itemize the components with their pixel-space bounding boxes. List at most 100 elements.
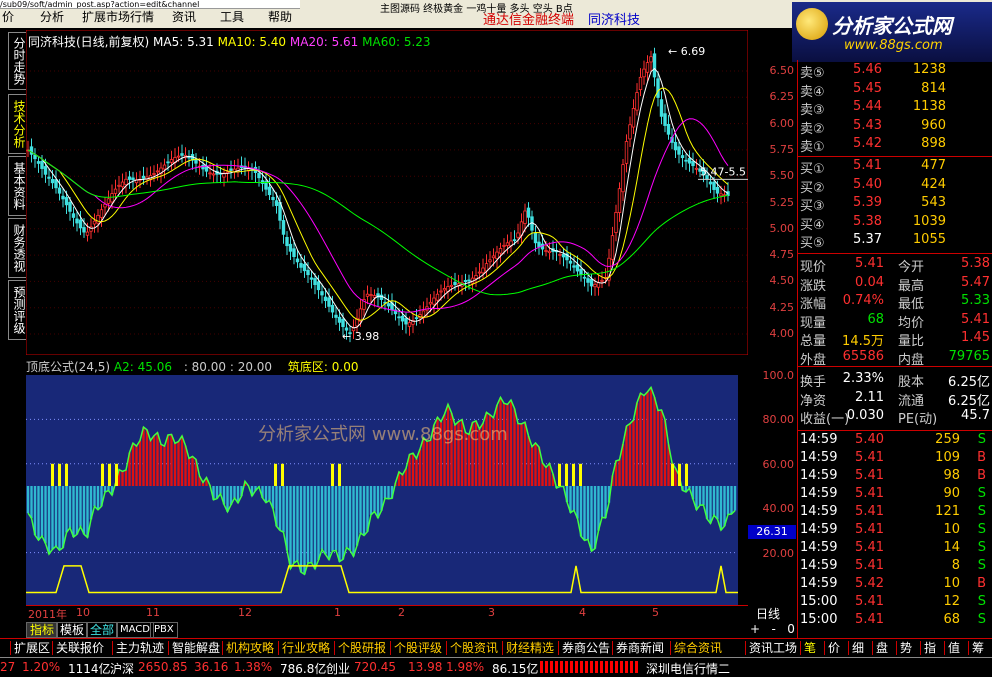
- quote-row: 涨跌0.04最高5.47: [800, 275, 992, 293]
- function-tab[interactable]: 综合资讯: [670, 641, 725, 655]
- menu-item-tools[interactable]: 工具: [220, 8, 244, 25]
- status-index-amount: 86.15亿: [492, 660, 538, 677]
- candle-body: [524, 211, 527, 224]
- indicator-bar-cyan: [317, 486, 319, 560]
- indicator-marker: [572, 464, 575, 486]
- candle-body: [657, 79, 660, 98]
- function-tab[interactable]: 券商公告: [558, 641, 613, 655]
- right-panel-tab[interactable]: 势: [896, 641, 915, 655]
- indicator-tick: 60.00: [763, 458, 795, 471]
- tick-price: 5.42: [855, 576, 884, 591]
- tick-row: 14:595.4114S: [800, 540, 990, 558]
- date-label: 12: [238, 606, 252, 619]
- right-panel-tab[interactable]: 笔: [800, 641, 819, 655]
- order-volume: 898: [921, 136, 946, 151]
- function-tab[interactable]: 资讯工场: [745, 641, 800, 655]
- function-tab[interactable]: 关联报价: [52, 641, 107, 655]
- function-tab[interactable]: 扩展区: [10, 641, 53, 655]
- quote-value: 6.25亿: [948, 390, 990, 409]
- candle-body: [443, 288, 446, 289]
- tab-technical[interactable]: 技术分析: [8, 94, 27, 154]
- tab-macd[interactable]: MACD: [116, 622, 154, 638]
- indicator-bar-cyan: [233, 486, 235, 498]
- tick-price: 5.41: [855, 450, 884, 465]
- indicator-bar-red: [527, 436, 529, 486]
- indicator-bar-cyan: [702, 486, 704, 505]
- candle-body: [37, 162, 40, 164]
- tab-fundamentals[interactable]: 基本资料: [8, 156, 27, 216]
- indicator-bar-cyan: [583, 486, 585, 540]
- right-panel-tab[interactable]: 值: [944, 641, 963, 655]
- zoom-controls[interactable]: + - 0: [750, 622, 795, 636]
- candle-body: [51, 179, 54, 182]
- function-tab[interactable]: 个股研报: [334, 641, 389, 655]
- function-tab[interactable]: 财经精选: [502, 641, 557, 655]
- indicator-marker: [338, 464, 341, 486]
- menu-item-extended-market[interactable]: 扩展市场行情: [82, 8, 154, 25]
- function-tab[interactable]: 主力轨迹: [112, 641, 167, 655]
- indicator-bar-red: [121, 471, 123, 486]
- function-tab[interactable]: 券商新闻: [612, 641, 667, 655]
- tick-time: 14:59: [800, 450, 837, 465]
- indicator-range: : 80.00 : 20.00: [184, 360, 272, 374]
- right-panel-tab[interactable]: 指: [920, 641, 939, 655]
- right-panel-tab[interactable]: 筹: [968, 641, 987, 655]
- price-tick: 4.25: [770, 301, 795, 314]
- status-server[interactable]: 深圳电信行情二: [646, 660, 730, 677]
- menu-item-price[interactable]: 价: [2, 8, 14, 25]
- candle-body: [664, 114, 667, 126]
- menu-item-news[interactable]: 资讯: [172, 8, 196, 25]
- right-panel-tab[interactable]: 细: [848, 641, 867, 655]
- function-tab[interactable]: 个股资讯: [446, 641, 501, 655]
- order-label: 卖⑤: [800, 62, 825, 81]
- menu-item-analysis[interactable]: 分析: [40, 8, 64, 25]
- tab-pbx[interactable]: PBX: [150, 622, 178, 638]
- tab-intraday[interactable]: 分时走势: [8, 32, 27, 90]
- candlestick-chart[interactable]: ← 6.69← 3.985.47-5.5: [26, 30, 748, 355]
- tab-indicator[interactable]: 指标: [26, 622, 58, 638]
- indicator-a2: A2: 45.06: [114, 360, 172, 374]
- candle-body: [272, 197, 275, 199]
- right-panel-tab[interactable]: 盘: [872, 641, 891, 655]
- indicator-bar-cyan: [27, 486, 29, 513]
- candle-body: [576, 265, 579, 271]
- tick-side: S: [978, 432, 986, 447]
- indicator-bar-red: [415, 459, 417, 486]
- function-tab[interactable]: 个股评级: [390, 641, 445, 655]
- indicator-bar-cyan: [55, 486, 57, 546]
- order-book-sell-row: 卖①5.42898: [800, 136, 992, 154]
- watermark-logo: 分析家公式网 www.88gs.com: [792, 2, 992, 62]
- tab-financials[interactable]: 财务透视: [8, 218, 27, 278]
- tick-side: S: [978, 486, 986, 501]
- indicator-bar-cyan: [377, 486, 379, 518]
- tick-side: S: [978, 612, 986, 627]
- date-label: 3: [488, 606, 495, 619]
- period-label[interactable]: 日线: [756, 605, 780, 622]
- tick-price: 5.41: [855, 540, 884, 555]
- indicator-chart[interactable]: [26, 375, 738, 605]
- indicator-bar-red: [163, 446, 165, 486]
- tab-forecast[interactable]: 预测评级: [8, 280, 27, 340]
- tab-all[interactable]: 全部: [86, 622, 118, 638]
- function-tab[interactable]: 智能解盘: [168, 641, 223, 655]
- right-panel-tab[interactable]: 价: [824, 641, 843, 655]
- tick-time: 15:00: [800, 594, 837, 609]
- order-price: 5.46: [853, 62, 882, 77]
- menu-item-help[interactable]: 帮助: [268, 8, 292, 25]
- indicator-bar-red: [174, 443, 176, 486]
- ma60-value: MA60: 5.23: [362, 35, 430, 49]
- candle-body: [79, 220, 82, 228]
- candle-body: [125, 179, 128, 184]
- candle-body: [478, 272, 481, 273]
- candle-body: [142, 176, 145, 178]
- tab-template[interactable]: 模板: [56, 622, 88, 638]
- candle-body: [475, 275, 478, 278]
- candle-body: [97, 215, 100, 223]
- function-tab[interactable]: 机构攻略: [222, 641, 277, 655]
- quote-value: 0.74%: [843, 293, 884, 308]
- function-tab[interactable]: 行业攻略: [278, 641, 333, 655]
- indicator-bar-red: [412, 453, 414, 486]
- tick-time: 14:59: [800, 468, 837, 483]
- quote-value: 68: [867, 312, 884, 327]
- order-price: 5.43: [853, 118, 882, 133]
